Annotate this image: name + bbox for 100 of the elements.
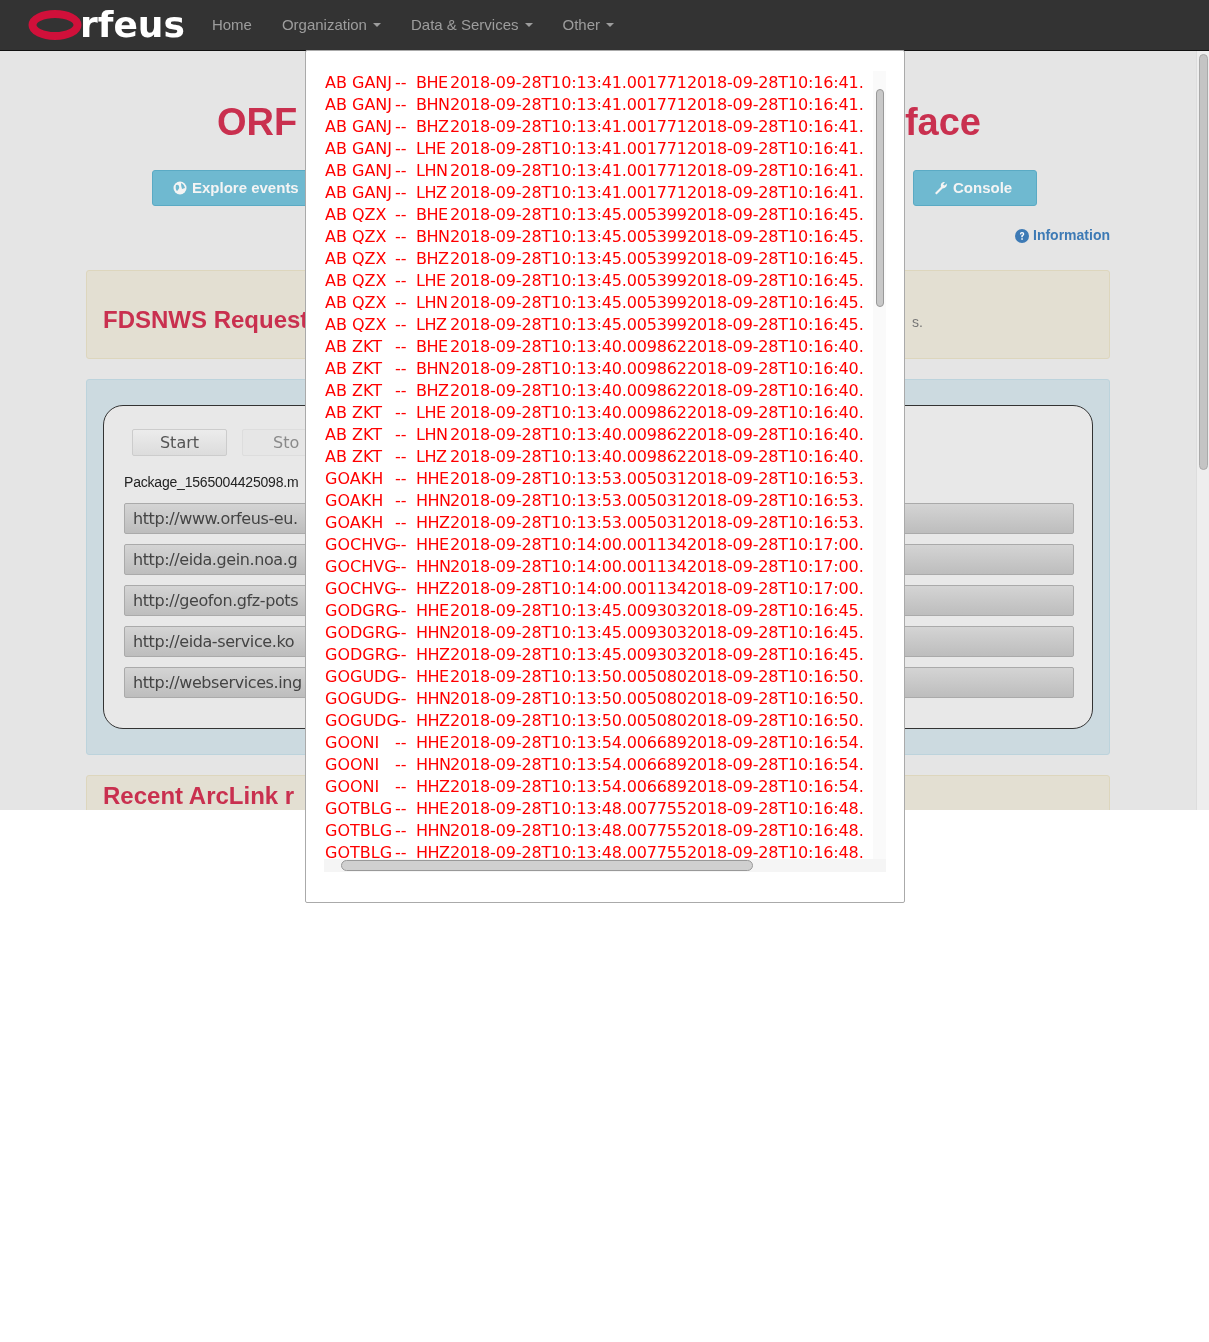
separator: -- bbox=[395, 380, 408, 402]
time-range: 2018-09-28T10:13:53.0050312018-09-28T10:16:53. bbox=[450, 512, 864, 534]
channel-code: HHE bbox=[416, 534, 450, 556]
channel-code: HHE bbox=[416, 732, 450, 754]
channel-code: HHE bbox=[416, 600, 450, 622]
page-title: ORF bbox=[217, 103, 298, 141]
channel-code: BHN bbox=[416, 94, 450, 116]
channel-code: BHE bbox=[416, 72, 449, 94]
channel-code: LHE bbox=[416, 402, 447, 424]
separator: -- bbox=[395, 578, 408, 600]
time-range: 2018-09-28T10:13:45.0053992018-09-28T10:16:45. bbox=[450, 270, 864, 292]
channel-code: BHZ bbox=[416, 116, 450, 138]
separator: -- bbox=[395, 72, 408, 94]
separator: -- bbox=[395, 138, 408, 160]
station-code: AB ZKT bbox=[324, 358, 383, 380]
time-range: 2018-09-28T10:13:54.0066892018-09-28T10:16:54. bbox=[450, 754, 864, 776]
channel-code: LHN bbox=[416, 292, 449, 314]
channel-code: LHE bbox=[416, 270, 447, 292]
channel-code: LHZ bbox=[416, 446, 448, 468]
separator: -- bbox=[395, 314, 408, 336]
channel-code: HHE bbox=[416, 666, 450, 688]
time-range: 2018-09-28T10:13:45.0093032018-09-28T10:16:45. bbox=[450, 644, 864, 666]
channel-code: HHE bbox=[416, 468, 450, 490]
separator: -- bbox=[395, 116, 408, 138]
channel-code: LHN bbox=[416, 424, 449, 446]
package-name: Package_1565004425098.m bbox=[124, 473, 299, 492]
channel-code: BHE bbox=[416, 336, 449, 358]
channel-code: HHE bbox=[416, 798, 450, 820]
channel-code: HHZ bbox=[416, 776, 450, 798]
station-code: GODGRG bbox=[324, 600, 395, 622]
time-range: 2018-09-28T10:13:45.0093032018-09-28T10:16:45. bbox=[450, 600, 864, 622]
channel-code: LHZ bbox=[416, 314, 448, 336]
channel-code: HHN bbox=[416, 754, 450, 776]
page-title: face bbox=[904, 103, 981, 141]
channel-code: HHZ bbox=[416, 710, 450, 732]
channel-code: BHN bbox=[416, 358, 450, 380]
channel-code: HHN bbox=[416, 688, 450, 710]
channel-code: HHZ bbox=[416, 578, 450, 600]
station-code: AB QZX bbox=[324, 248, 388, 270]
channel-code: BHZ bbox=[416, 380, 450, 402]
time-range: 2018-09-28T10:13:41.0017712018-09-28T10:16:41. bbox=[450, 182, 864, 204]
channel-code: HHN bbox=[416, 820, 450, 842]
station-code: AB GANJ bbox=[324, 94, 394, 116]
station-code: GOTBLG bbox=[324, 842, 394, 859]
station-code: AB GANJ bbox=[324, 182, 394, 204]
channel-code: HHZ bbox=[416, 842, 450, 859]
station-code: AB QZX bbox=[324, 204, 388, 226]
time-range: 2018-09-28T10:13:50.0050802018-09-28T10:16:50. bbox=[450, 688, 864, 710]
station-code: GOCHVG bbox=[324, 556, 395, 578]
time-range: 2018-09-28T10:13:40.0098622018-09-28T10:16:40. bbox=[450, 402, 864, 424]
time-range: 2018-09-28T10:13:45.0053992018-09-28T10:16:45. bbox=[450, 204, 864, 226]
separator: -- bbox=[395, 490, 408, 512]
time-range: 2018-09-28T10:13:45.0053992018-09-28T10:16:45. bbox=[450, 314, 864, 336]
separator: -- bbox=[395, 512, 408, 534]
channel-code: LHE bbox=[416, 138, 447, 160]
channel-code: HHZ bbox=[416, 644, 450, 666]
separator: -- bbox=[395, 556, 408, 578]
station-code: GOAKH bbox=[324, 468, 385, 490]
separator: -- bbox=[395, 446, 408, 468]
time-range: 2018-09-28T10:13:45.0093032018-09-28T10:16:45. bbox=[450, 622, 864, 644]
station-code: GODGRG bbox=[324, 622, 395, 644]
station-code: GOAKH bbox=[324, 512, 385, 534]
time-range: 2018-09-28T10:13:50.0050802018-09-28T10:16:50. bbox=[450, 666, 864, 688]
station-code: AB GANJ bbox=[324, 116, 394, 138]
channel-code: HHN bbox=[416, 556, 450, 578]
time-range: 2018-09-28T10:13:54.0066892018-09-28T10:16:54. bbox=[450, 732, 864, 754]
separator: -- bbox=[395, 358, 408, 380]
time-range: 2018-09-28T10:13:40.0098622018-09-28T10:16:40. bbox=[450, 446, 864, 468]
separator: -- bbox=[395, 776, 408, 798]
separator: -- bbox=[395, 226, 408, 248]
separator: -- bbox=[395, 94, 408, 116]
time-range: 2018-09-28T10:13:54.0066892018-09-28T10:16:54. bbox=[450, 776, 864, 798]
separator: -- bbox=[395, 820, 408, 842]
panel-text: s. bbox=[912, 313, 923, 332]
channel-code: LHZ bbox=[416, 182, 448, 204]
time-range: 2018-09-28T10:13:40.0098622018-09-28T10:16:40. bbox=[450, 336, 864, 358]
time-range: 2018-09-28T10:13:45.0053992018-09-28T10:16:45. bbox=[450, 248, 864, 270]
station-code: GOONI bbox=[324, 776, 381, 798]
station-code: AB QZX bbox=[324, 292, 388, 314]
separator: -- bbox=[395, 424, 408, 446]
separator: -- bbox=[395, 204, 408, 226]
channel-code: BHN bbox=[416, 226, 450, 248]
station-code: GOTBLG bbox=[324, 820, 394, 842]
station-code: AB ZKT bbox=[324, 336, 383, 358]
station-code: AB QZX bbox=[324, 314, 388, 336]
station-code: AB ZKT bbox=[324, 402, 383, 424]
time-range: 2018-09-28T10:13:40.0098622018-09-28T10:16:40. bbox=[450, 424, 864, 446]
panel-title: Recent ArcLink r bbox=[103, 782, 295, 810]
channel-code: LHN bbox=[416, 160, 449, 182]
time-range: 2018-09-28T10:13:48.0077552018-09-28T10:16:48. bbox=[450, 820, 864, 842]
time-range: 2018-09-28T10:13:41.0017712018-09-28T10:16:41. bbox=[450, 138, 864, 160]
station-code: AB GANJ bbox=[324, 72, 394, 94]
station-code: GOONI bbox=[324, 732, 381, 754]
panel-title: FDSNWS Request bbox=[103, 304, 309, 335]
channel-code: BHE bbox=[416, 204, 449, 226]
channel-code: HHN bbox=[416, 622, 450, 644]
station-code: GOTBLG bbox=[324, 798, 394, 820]
station-code: AB ZKT bbox=[324, 380, 383, 402]
time-range: 2018-09-28T10:13:41.0017712018-09-28T10:16:41. bbox=[450, 116, 864, 138]
time-range: 2018-09-28T10:13:50.0050802018-09-28T10:16:50. bbox=[450, 710, 864, 732]
